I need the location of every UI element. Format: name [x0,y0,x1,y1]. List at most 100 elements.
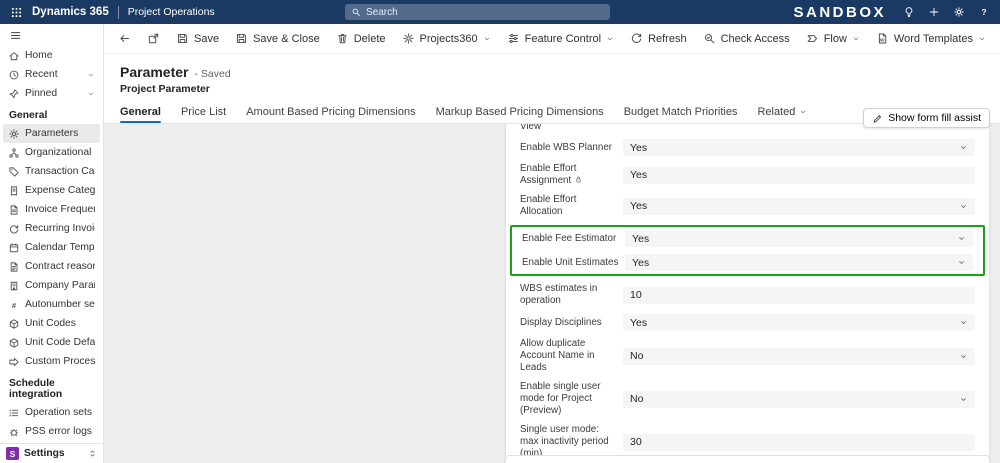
field-input-single-user-mode-max-inactivity-period-min[interactable]: 30 [623,433,975,451]
command-label: Save [194,32,220,45]
field-input-display-disciplines[interactable]: Yes [623,314,975,331]
sidebar-item-invoice-frequencies[interactable]: Invoice Frequencies [3,200,100,219]
command-projects360[interactable]: Projects360 [402,32,491,45]
hamburger-icon[interactable] [9,29,22,42]
search-input[interactable] [366,6,604,18]
field-label: Enable Effort Allocation [520,194,577,217]
sidebar-item-recent[interactable]: Recent [3,65,100,84]
show-form-fill-assist-button[interactable]: Show form fill assist [863,108,990,128]
sidebar-item-parameters[interactable]: Parameters [3,124,100,143]
sidebar-item-company-parame[interactable]: Company Parame... [3,276,100,295]
sidebar-item-pss-error-logs[interactable]: PSS error logs [3,422,100,441]
field-input-enable-fee-estimator[interactable]: Yes [625,230,973,247]
field-enable-unit-estimates: Enable Unit Estimates Yes [518,254,977,271]
sidebar-item-label: Recurring Invoice ... [25,223,95,234]
tab-related[interactable]: Related [757,100,807,123]
field-input-allow-duplicate-account-name-in-leads[interactable]: No [623,347,975,365]
sidebar-item-contract-reason-c[interactable]: Contract reason c... [3,257,100,276]
help-icon[interactable]: ? [978,6,990,18]
command-back[interactable] [118,32,131,45]
field-label: Enable WBS Planner [520,141,613,153]
sidebar-item-label: Custom Process E... [25,356,95,367]
gear-icon[interactable] [953,6,965,18]
chevron-down-icon [87,90,95,98]
command-refresh[interactable]: Refresh [630,32,687,45]
command-label: Projects360 [419,32,478,45]
field-enable-wbs-planner: Enable WBS Planner Yes [516,139,979,156]
lock-icon [574,175,583,184]
command-label: Check Access [720,32,790,45]
sidebar-item-label: Transaction Categ... [25,166,95,177]
waffle-icon[interactable] [10,6,23,19]
sidebar-item-expense-categories[interactable]: Expense Categories [3,181,100,200]
save-icon [235,32,248,45]
sidebar-item-recurring-invoice[interactable]: Recurring Invoice ... [3,219,100,238]
gear-icon [8,128,20,140]
recurring-icon [8,223,20,235]
command-check-access[interactable]: Check Access [703,32,790,45]
sidebar-item-autonumber-setti[interactable]: # Autonumber setti... [3,295,100,314]
field-value: Yes [632,232,650,245]
field-input-enable-single-user-mode-for-project-preview[interactable]: No [623,390,975,408]
contract-icon [8,261,20,273]
sidebar-item-operation-sets[interactable]: Operation sets [3,403,100,422]
tab-amount-based-pricing-dimensions[interactable]: Amount Based Pricing Dimensions [246,100,415,123]
chevron-updown-icon[interactable] [88,449,97,458]
calendar-icon [8,242,20,254]
chevron-down-icon [957,258,966,267]
command-flow[interactable]: Flow [806,32,860,45]
field-enable-effort-allocation: Enable Effort Allocation Yes [516,194,979,218]
form-content: View Enable WBS Planner Yes Enable Effort … [104,124,1000,463]
command-save[interactable]: Save [176,32,219,45]
command-bar: Save Save & Close Delete Projects360 Feature… [104,24,1000,54]
sidebar-item-label: Calendar Templates [25,242,95,253]
sidebar-item-home[interactable]: Home [3,46,100,65]
sidebar-item-unit-code-default[interactable]: Unit Code Default... [3,333,100,352]
sidebar-item-calendar-templates[interactable]: Calendar Templates [3,238,100,257]
sidebar-item-transaction-categ[interactable]: Transaction Categ... [3,162,100,181]
tab-general[interactable]: General [120,100,161,123]
command-save-and-close[interactable]: Save & Close [235,32,320,45]
field-label: Enable single user mode for Project (Pre… [520,381,601,416]
app-area[interactable]: Project Operations [128,6,215,18]
global-search[interactable] [345,4,610,20]
tag-icon [8,166,20,178]
list-icon [8,407,20,419]
sidebar-item-organizational-un[interactable]: Organizational Un... [3,143,100,162]
sidebar-item-label: Company Parame... [25,280,95,291]
tab-price-list[interactable]: Price List [181,100,226,123]
command-label: Feature Control [524,32,602,45]
chevron-down-icon [852,35,860,43]
chevron-down-icon [959,352,968,361]
form-fill-icon [872,113,883,124]
field-value: Yes [630,200,648,212]
sidebar-footer-settings[interactable]: S Settings [0,443,103,463]
field-input-enable-unit-estimates[interactable]: Yes [625,254,973,271]
autonumber-icon: # [8,299,20,311]
tab-budget-match-priorities[interactable]: Budget Match Priorities [624,100,738,123]
lightbulb-icon[interactable] [903,6,915,18]
sliders-icon [507,32,520,45]
field-input-enable-effort-assignment[interactable]: Yes [623,166,975,184]
sidebar-item-unit-codes[interactable]: Unit Codes [3,314,100,333]
sidebar-item-label: Organizational Un... [25,147,95,158]
field-input-enable-effort-allocation[interactable]: Yes [623,197,975,215]
topbar: Dynamics 365 Project Operations SANDBOX … [0,0,1000,24]
field-input-wbs-estimates-in-operation[interactable]: 10 [623,286,975,304]
field-input-enable-wbs-planner[interactable]: Yes [623,139,975,156]
command-delete[interactable]: Delete [336,32,386,45]
command-word-templates[interactable]: W Word Templates [876,32,986,45]
tab-markup-based-pricing-dimensions[interactable]: Markup Based Pricing Dimensions [436,100,604,123]
sidebar-item-label: Pinned [25,88,58,99]
search-icon [351,7,361,17]
command-feature-control[interactable]: Feature Control [507,32,614,45]
svg-text:#: # [12,301,17,310]
command-open-in-new[interactable] [147,32,160,45]
sidebar-item-custom-process-e[interactable]: Custom Process E... [3,352,100,371]
plus-icon[interactable] [928,6,940,18]
app-brand: Dynamics 365 [32,6,109,18]
sidebar-section-general: General [9,110,48,121]
box-icon [8,318,20,330]
field-value: Yes [632,256,650,269]
sidebar-item-pinned[interactable]: Pinned [3,84,100,103]
